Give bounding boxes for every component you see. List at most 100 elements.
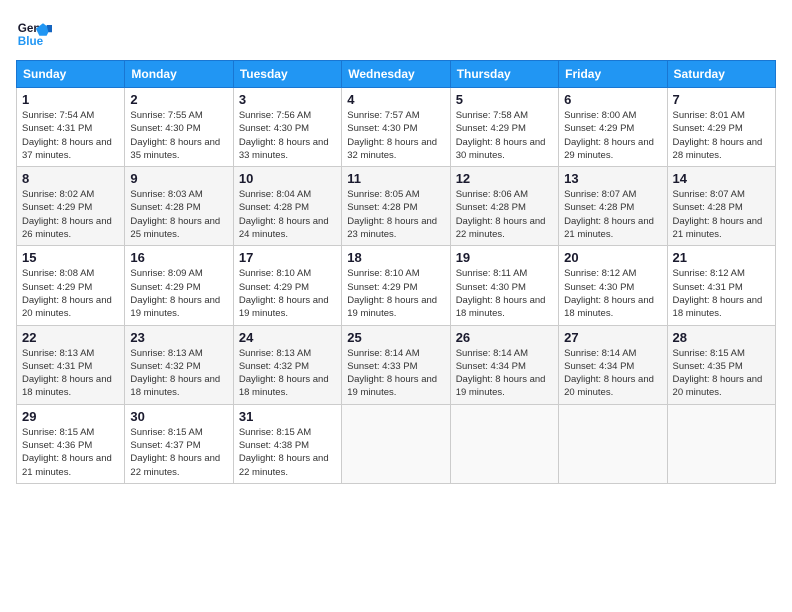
calendar-day-cell-28: 28 Sunrise: 8:15 AMSunset: 4:35 PMDayligh… [667, 325, 775, 404]
day-number-7: 7 [673, 92, 770, 107]
calendar-day-cell-2: 2 Sunrise: 7:55 AMSunset: 4:30 PMDaylight… [125, 88, 233, 167]
day-info-31: Sunrise: 8:15 AMSunset: 4:38 PMDaylight:… [239, 426, 336, 479]
day-number-22: 22 [22, 330, 119, 345]
day-number-16: 16 [130, 250, 227, 265]
day-of-week-header-sunday: Sunday [17, 61, 125, 88]
day-info-11: Sunrise: 8:05 AMSunset: 4:28 PMDaylight:… [347, 188, 444, 241]
calendar-day-cell-26: 26 Sunrise: 8:14 AMSunset: 4:34 PMDayligh… [450, 325, 558, 404]
calendar-day-cell-31: 31 Sunrise: 8:15 AMSunset: 4:38 PMDayligh… [233, 404, 341, 483]
calendar-day-cell-16: 16 Sunrise: 8:09 AMSunset: 4:29 PMDayligh… [125, 246, 233, 325]
day-info-9: Sunrise: 8:03 AMSunset: 4:28 PMDaylight:… [130, 188, 227, 241]
day-number-23: 23 [130, 330, 227, 345]
day-info-18: Sunrise: 8:10 AMSunset: 4:29 PMDaylight:… [347, 267, 444, 320]
day-number-6: 6 [564, 92, 661, 107]
day-number-29: 29 [22, 409, 119, 424]
calendar-day-cell-4: 4 Sunrise: 7:57 AMSunset: 4:30 PMDaylight… [342, 88, 450, 167]
day-number-25: 25 [347, 330, 444, 345]
day-info-3: Sunrise: 7:56 AMSunset: 4:30 PMDaylight:… [239, 109, 336, 162]
day-of-week-header-thursday: Thursday [450, 61, 558, 88]
day-info-4: Sunrise: 7:57 AMSunset: 4:30 PMDaylight:… [347, 109, 444, 162]
calendar-day-cell-21: 21Sunrise: 8:12 AMSunset: 4:31 PMDayligh… [667, 246, 775, 325]
day-number-27: 27 [564, 330, 661, 345]
day-info-2: Sunrise: 7:55 AMSunset: 4:30 PMDaylight:… [130, 109, 227, 162]
day-info-14: Sunrise: 8:07 AMSunset: 4:28 PMDaylight:… [673, 188, 770, 241]
day-number-14: 14 [673, 171, 770, 186]
empty-cell [342, 404, 450, 483]
calendar-day-cell-29: 29Sunrise: 8:15 AMSunset: 4:36 PMDayligh… [17, 404, 125, 483]
calendar-day-cell-30: 30 Sunrise: 8:15 AMSunset: 4:37 PMDayligh… [125, 404, 233, 483]
calendar-week-row-4: 22 Sunrise: 8:13 AMSunset: 4:31 PMDayligh… [17, 325, 776, 404]
calendar-day-cell-17: 17Sunrise: 8:10 AMSunset: 4:29 PMDayligh… [233, 246, 341, 325]
day-number-2: 2 [130, 92, 227, 107]
day-info-23: Sunrise: 8:13 AMSunset: 4:32 PMDaylight:… [130, 347, 227, 400]
day-info-16: Sunrise: 8:09 AMSunset: 4:29 PMDaylight:… [130, 267, 227, 320]
day-info-1: Sunrise: 7:54 AMSunset: 4:31 PMDaylight:… [22, 109, 119, 162]
day-number-11: 11 [347, 171, 444, 186]
calendar-day-cell-14: 14 Sunrise: 8:07 AMSunset: 4:28 PMDayligh… [667, 167, 775, 246]
day-info-8: Sunrise: 8:02 AMSunset: 4:29 PMDaylight:… [22, 188, 119, 241]
day-number-24: 24 [239, 330, 336, 345]
day-info-24: Sunrise: 8:13 AMSunset: 4:32 PMDaylight:… [239, 347, 336, 400]
day-number-30: 30 [130, 409, 227, 424]
day-number-12: 12 [456, 171, 553, 186]
calendar-day-cell-27: 27 Sunrise: 8:14 AMSunset: 4:34 PMDayligh… [559, 325, 667, 404]
day-number-28: 28 [673, 330, 770, 345]
calendar-day-cell-9: 9Sunrise: 8:03 AMSunset: 4:28 PMDaylight… [125, 167, 233, 246]
day-number-21: 21 [673, 250, 770, 265]
day-of-week-header-wednesday: Wednesday [342, 61, 450, 88]
calendar-day-cell-1: 1Sunrise: 7:54 AMSunset: 4:31 PMDaylight… [17, 88, 125, 167]
day-number-19: 19 [456, 250, 553, 265]
day-number-5: 5 [456, 92, 553, 107]
day-number-13: 13 [564, 171, 661, 186]
calendar-day-cell-19: 19 Sunrise: 8:11 AMSunset: 4:30 PMDayligh… [450, 246, 558, 325]
day-info-30: Sunrise: 8:15 AMSunset: 4:37 PMDaylight:… [130, 426, 227, 479]
calendar-day-cell-5: 5Sunrise: 7:58 AMSunset: 4:29 PMDaylight… [450, 88, 558, 167]
calendar-week-row-2: 8 Sunrise: 8:02 AMSunset: 4:29 PMDaylight… [17, 167, 776, 246]
day-info-26: Sunrise: 8:14 AMSunset: 4:34 PMDaylight:… [456, 347, 553, 400]
empty-cell [667, 404, 775, 483]
calendar-day-cell-12: 12Sunrise: 8:06 AMSunset: 4:28 PMDayligh… [450, 167, 558, 246]
empty-cell [450, 404, 558, 483]
calendar-day-cell-20: 20Sunrise: 8:12 AMSunset: 4:30 PMDayligh… [559, 246, 667, 325]
calendar-day-cell-22: 22 Sunrise: 8:13 AMSunset: 4:31 PMDayligh… [17, 325, 125, 404]
day-info-27: Sunrise: 8:14 AMSunset: 4:34 PMDaylight:… [564, 347, 661, 400]
day-of-week-header-friday: Friday [559, 61, 667, 88]
day-number-3: 3 [239, 92, 336, 107]
day-number-10: 10 [239, 171, 336, 186]
logo: General Blue [16, 16, 52, 52]
day-number-18: 18 [347, 250, 444, 265]
calendar-day-cell-15: 15 Sunrise: 8:08 AMSunset: 4:29 PMDayligh… [17, 246, 125, 325]
day-number-8: 8 [22, 171, 119, 186]
calendar-day-cell-11: 11 Sunrise: 8:05 AMSunset: 4:28 PMDayligh… [342, 167, 450, 246]
logo-icon: General Blue [16, 16, 52, 52]
calendar-header-row: SundayMondayTuesdayWednesdayThursdayFrid… [17, 61, 776, 88]
calendar-week-row-3: 15 Sunrise: 8:08 AMSunset: 4:29 PMDayligh… [17, 246, 776, 325]
day-info-25: Sunrise: 8:14 AMSunset: 4:33 PMDaylight:… [347, 347, 444, 400]
day-info-10: Sunrise: 8:04 AMSunset: 4:28 PMDaylight:… [239, 188, 336, 241]
calendar-day-cell-25: 25 Sunrise: 8:14 AMSunset: 4:33 PMDayligh… [342, 325, 450, 404]
calendar-day-cell-10: 10 Sunrise: 8:04 AMSunset: 4:28 PMDayligh… [233, 167, 341, 246]
day-number-31: 31 [239, 409, 336, 424]
day-number-17: 17 [239, 250, 336, 265]
calendar-day-cell-8: 8 Sunrise: 8:02 AMSunset: 4:29 PMDaylight… [17, 167, 125, 246]
calendar-day-cell-3: 3 Sunrise: 7:56 AMSunset: 4:30 PMDaylight… [233, 88, 341, 167]
calendar-day-cell-18: 18 Sunrise: 8:10 AMSunset: 4:29 PMDayligh… [342, 246, 450, 325]
calendar-week-row-5: 29Sunrise: 8:15 AMSunset: 4:36 PMDayligh… [17, 404, 776, 483]
day-info-13: Sunrise: 8:07 AMSunset: 4:28 PMDaylight:… [564, 188, 661, 241]
svg-text:Blue: Blue [18, 35, 44, 48]
day-number-4: 4 [347, 92, 444, 107]
day-number-26: 26 [456, 330, 553, 345]
day-info-15: Sunrise: 8:08 AMSunset: 4:29 PMDaylight:… [22, 267, 119, 320]
day-info-28: Sunrise: 8:15 AMSunset: 4:35 PMDaylight:… [673, 347, 770, 400]
day-info-19: Sunrise: 8:11 AMSunset: 4:30 PMDaylight:… [456, 267, 553, 320]
page-header: General Blue [16, 16, 776, 52]
day-of-week-header-monday: Monday [125, 61, 233, 88]
day-info-20: Sunrise: 8:12 AMSunset: 4:30 PMDaylight:… [564, 267, 661, 320]
day-number-15: 15 [22, 250, 119, 265]
day-info-22: Sunrise: 8:13 AMSunset: 4:31 PMDaylight:… [22, 347, 119, 400]
calendar-day-cell-13: 13 Sunrise: 8:07 AMSunset: 4:28 PMDayligh… [559, 167, 667, 246]
calendar-day-cell-23: 23 Sunrise: 8:13 AMSunset: 4:32 PMDayligh… [125, 325, 233, 404]
empty-cell [559, 404, 667, 483]
calendar-day-cell-6: 6 Sunrise: 8:00 AMSunset: 4:29 PMDaylight… [559, 88, 667, 167]
day-info-6: Sunrise: 8:00 AMSunset: 4:29 PMDaylight:… [564, 109, 661, 162]
